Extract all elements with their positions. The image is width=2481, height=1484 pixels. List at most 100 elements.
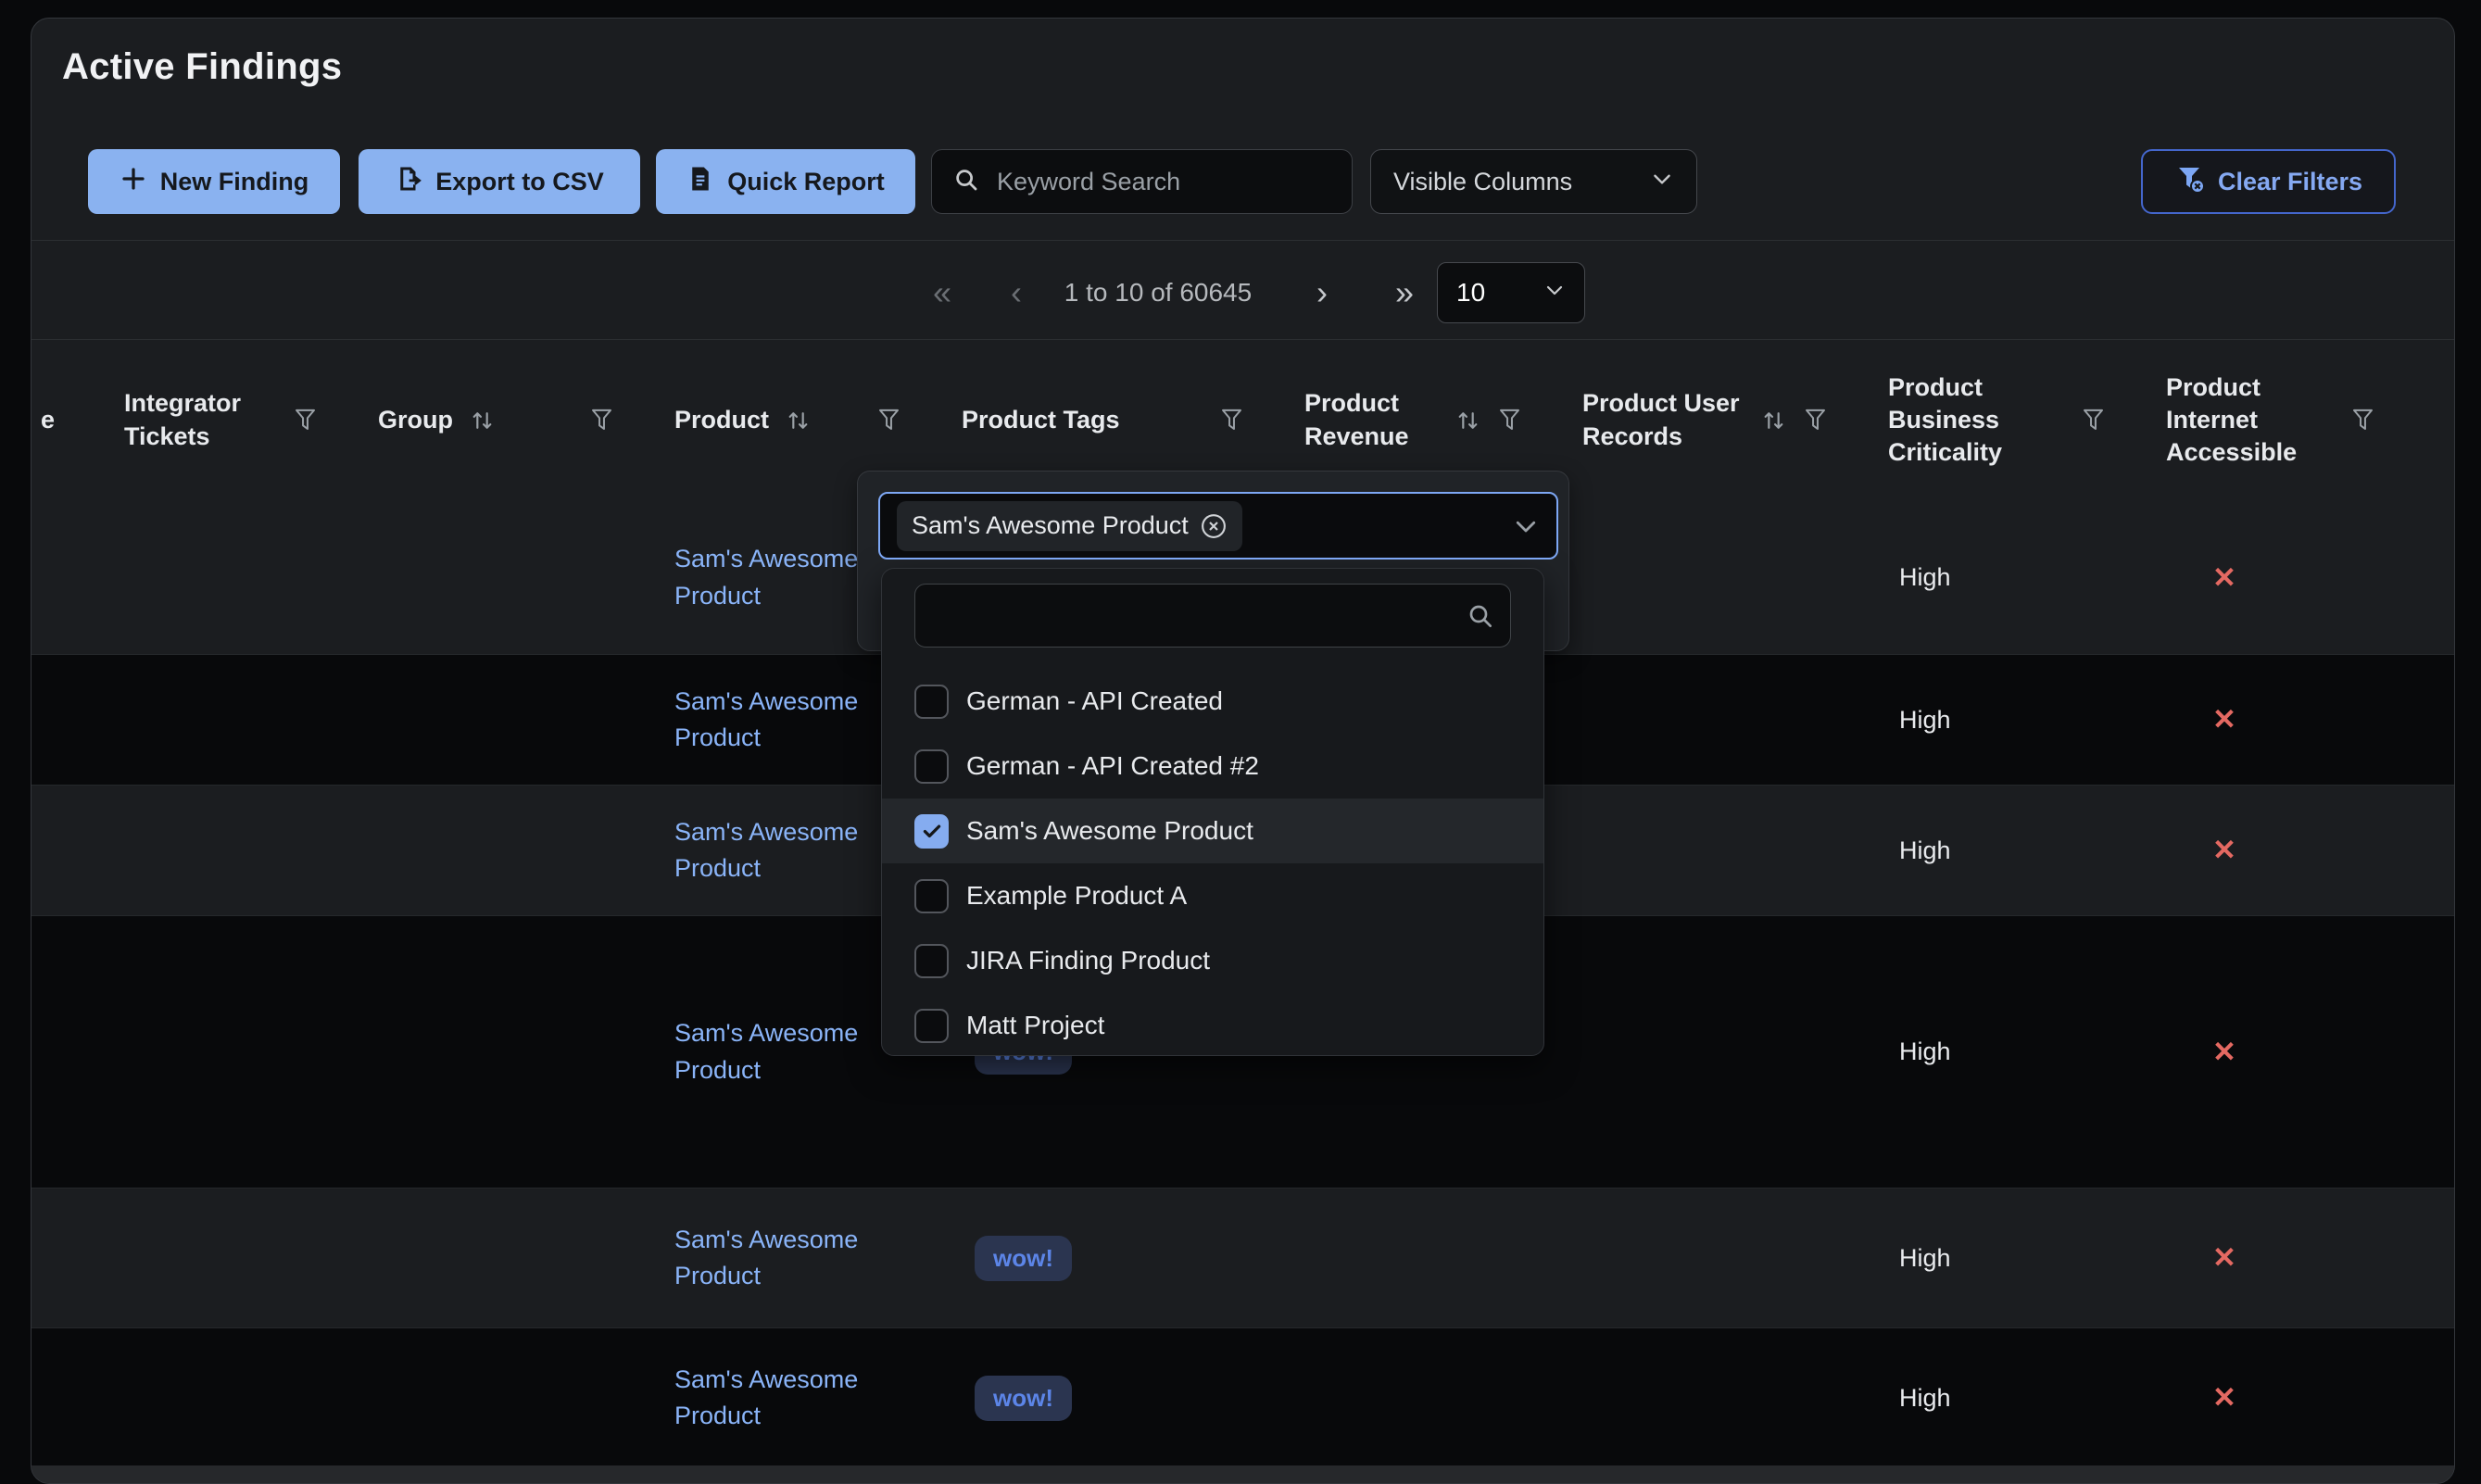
product-link[interactable]: Sam's Awesome Product: [674, 1015, 864, 1088]
product-link[interactable]: Sam's Awesome Product: [674, 1222, 864, 1294]
tag-option[interactable]: Example Product A: [882, 863, 1543, 928]
checkbox-unchecked[interactable]: [914, 944, 949, 978]
option-list: German - API Created German - API Created…: [882, 669, 1543, 1056]
cell-integrator-tickets: [115, 501, 369, 654]
cell-truncated: [31, 786, 115, 915]
sort-icon[interactable]: [1761, 407, 1786, 434]
product-link[interactable]: Sam's Awesome Product: [674, 684, 864, 756]
cell-product-business-criticality: High: [1879, 501, 2157, 654]
cell-product-user-records: [1573, 1328, 1879, 1467]
product-tags-multiselect[interactable]: Sam's Awesome Product: [878, 492, 1558, 560]
business-criticality-value: High: [1888, 706, 1951, 735]
pagination-first-button[interactable]: «: [933, 269, 951, 317]
cell-truncated: [31, 655, 115, 785]
tag-option[interactable]: German - API Created #2: [882, 734, 1543, 799]
active-findings-card: Active Findings New Finding Export to CS…: [31, 18, 2455, 1484]
pagination-next-button[interactable]: ›: [1316, 269, 1328, 317]
clear-filters-button[interactable]: Clear Filters: [2141, 149, 2396, 214]
cell-product-tags: wow!: [952, 1188, 1295, 1327]
chip-remove-icon[interactable]: [1200, 512, 1228, 540]
cell-product-user-records: [1573, 501, 1879, 654]
cell-group: [369, 1188, 665, 1327]
tag-option[interactable]: Sam's Awesome Product: [882, 799, 1543, 863]
filter-funnel-icon[interactable]: [589, 407, 614, 434]
filter-funnel-icon[interactable]: [1803, 407, 1828, 434]
horizontal-scrollbar[interactable]: [31, 1465, 2454, 1483]
tag-option-label: Matt Project: [966, 1011, 1104, 1040]
tag-option-label: Example Product A: [966, 881, 1187, 911]
product-link[interactable]: Sam's Awesome Product: [674, 1362, 864, 1434]
pagination-prev-button[interactable]: ‹: [1011, 269, 1022, 317]
sort-icon[interactable]: [470, 407, 495, 434]
keyword-search: [931, 149, 1353, 214]
search-input[interactable]: [995, 167, 1331, 197]
checkbox-unchecked[interactable]: [914, 1009, 949, 1043]
page-size-select[interactable]: 10: [1437, 262, 1585, 323]
cell-product-business-criticality: High: [1879, 786, 2157, 915]
business-criticality-value: High: [1888, 1384, 1951, 1413]
cell-group: [369, 786, 665, 915]
option-search: [914, 584, 1511, 648]
cell-group: [369, 1328, 665, 1467]
cell-product-revenue: [1295, 1328, 1573, 1467]
column-header-product-business-criticality: Product Business Criticality: [1879, 339, 2157, 501]
checkbox-unchecked[interactable]: [914, 879, 949, 913]
column-label: e: [41, 404, 55, 436]
business-criticality-value: High: [1888, 1244, 1951, 1273]
filter-funnel-icon[interactable]: [876, 407, 901, 434]
cell-product-internet-accessible: ✕: [2157, 501, 2426, 654]
cell-product-internet-accessible: ✕: [2157, 786, 2426, 915]
visible-columns-dropdown[interactable]: Visible Columns: [1370, 149, 1697, 214]
internet-accessible-x-icon: ✕: [2166, 1036, 2236, 1069]
checkbox-unchecked[interactable]: [914, 685, 949, 719]
page-title: Active Findings: [62, 46, 342, 88]
filter-funnel-icon[interactable]: [1497, 407, 1522, 434]
cell-group: [369, 501, 665, 654]
clear-filters-label: Clear Filters: [2218, 168, 2362, 196]
cell-product-user-records: [1573, 655, 1879, 785]
tag-option[interactable]: Matt Project: [882, 993, 1543, 1056]
filter-funnel-icon[interactable]: [2081, 407, 2106, 434]
search-icon: [952, 166, 980, 198]
filter-funnel-icon[interactable]: [293, 407, 318, 434]
table-row: Sam's Awesome Productwow!High✕: [31, 1328, 2454, 1468]
export-icon: [395, 165, 422, 199]
business-criticality-value: High: [1888, 1038, 1951, 1066]
pagination-last-button[interactable]: »: [1395, 269, 1414, 317]
column-header-truncated: e: [31, 339, 115, 501]
column-label: Group: [378, 404, 453, 436]
filter-funnel-icon[interactable]: [1219, 407, 1244, 434]
visible-columns-label: Visible Columns: [1393, 168, 1572, 196]
checkbox-checked[interactable]: [914, 814, 949, 849]
tag-option[interactable]: German - API Created: [882, 669, 1543, 734]
product-link[interactable]: Sam's Awesome Product: [674, 541, 864, 613]
column-header-group: Group: [369, 339, 665, 501]
cell-product-internet-accessible: ✕: [2157, 916, 2426, 1188]
checkbox-unchecked[interactable]: [914, 749, 949, 784]
cell-integrator-tickets: [115, 916, 369, 1188]
filter-funnel-icon[interactable]: [2350, 407, 2375, 434]
cell-product-business-criticality: High: [1879, 1188, 2157, 1327]
sort-icon[interactable]: [786, 407, 811, 434]
cell-integrator-tickets: [115, 786, 369, 915]
sort-icon[interactable]: [1455, 407, 1480, 434]
tag-option-label: German - API Created: [966, 686, 1223, 716]
cell-product-internet-accessible: ✕: [2157, 1188, 2426, 1327]
cell-truncated: [31, 501, 115, 654]
selected-tag-chip: Sam's Awesome Product: [897, 501, 1242, 551]
internet-accessible-x-icon: ✕: [2166, 561, 2236, 595]
quick-report-button[interactable]: Quick Report: [656, 149, 915, 214]
column-label: Product Internet Accessible: [2166, 371, 2334, 469]
tag-option-label: Sam's Awesome Product: [966, 816, 1253, 846]
tag-option-label: German - API Created #2: [966, 751, 1259, 781]
cell-truncated: [31, 916, 115, 1188]
option-search-input[interactable]: [932, 585, 1456, 648]
cell-product-internet-accessible: ✕: [2157, 1328, 2426, 1467]
new-finding-button[interactable]: New Finding: [88, 149, 340, 214]
product-link[interactable]: Sam's Awesome Product: [674, 814, 864, 887]
cell-product-user-records: [1573, 1188, 1879, 1327]
export-csv-button[interactable]: Export to CSV: [359, 149, 640, 214]
tag-option[interactable]: JIRA Finding Product: [882, 928, 1543, 993]
clear-filter-icon: [2174, 164, 2206, 200]
tag-pill: wow!: [975, 1236, 1072, 1281]
